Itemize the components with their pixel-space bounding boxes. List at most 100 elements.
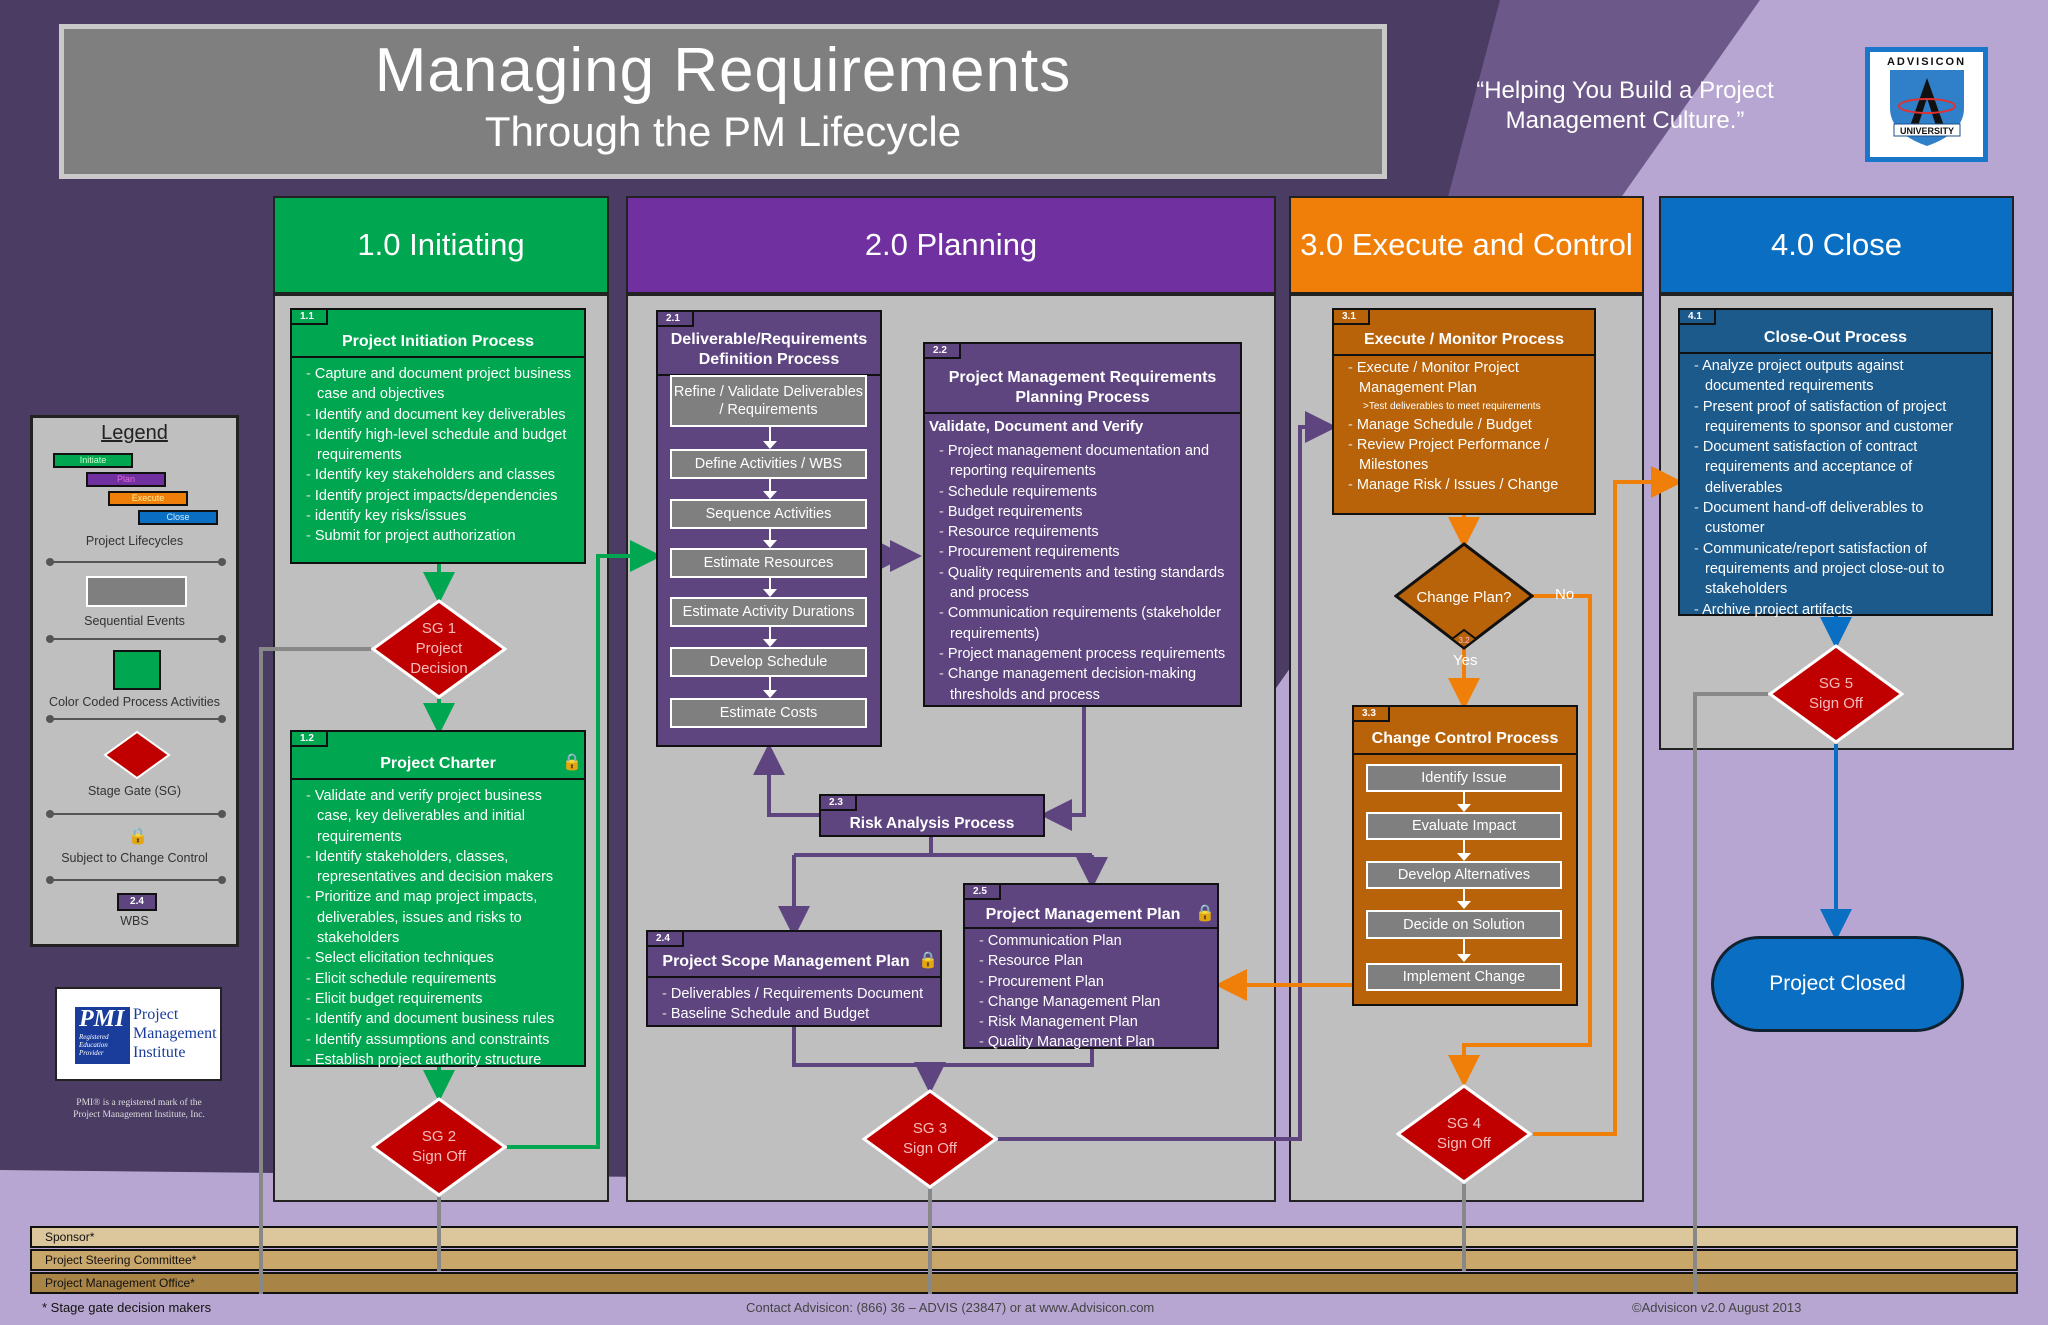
- list-item: Identify key stakeholders and classes: [306, 465, 578, 485]
- list-item: Risk Management Plan: [979, 1012, 1211, 1032]
- change-plan-decision: Change Plan? 3.2: [1394, 542, 1534, 650]
- gate-label: Sign Off: [1809, 695, 1863, 712]
- legend-sequential-swatch: [86, 576, 187, 607]
- process-title: Project Scope Management Plan: [648, 932, 940, 978]
- list-item: Submit for project authorization: [306, 526, 578, 546]
- list-item: Communication requirements (stakeholder …: [939, 603, 1234, 644]
- lock-icon: 🔒: [128, 828, 148, 845]
- legend-color-coded-label: Color Coded Process Activities: [49, 695, 220, 709]
- list-item: Quality Management Plan: [979, 1032, 1211, 1052]
- phase-planning-header: 2.0 Planning: [626, 196, 1276, 294]
- project-management-plan: 2.5 Project Management Plan 🔒 Communicat…: [963, 883, 1219, 1050]
- lane-steering-committee: Project Steering Committee*: [30, 1249, 2018, 1271]
- list-item: Review Project Performance / Milestones: [1348, 435, 1588, 476]
- legend-title: Legend: [101, 422, 168, 444]
- divider: [46, 715, 226, 723]
- divider: [46, 876, 226, 884]
- pmi-text: Project: [133, 1006, 179, 1023]
- project-scope-management-plan: 2.4 Project Scope Management Plan 🔒 Deli…: [646, 930, 942, 1027]
- list-item: Identify and document key deliverables: [306, 405, 578, 425]
- footer-contact: Contact Advisicon: (866) 36 – ADVIS (238…: [746, 1300, 1155, 1315]
- legend-lifecycles-label: Project Lifecycles: [85, 534, 184, 548]
- list-item: Procurement Plan: [979, 972, 1211, 992]
- list-item: Manage Risk / Issues / Change: [1348, 475, 1588, 495]
- process-title: Project Management Plan: [965, 885, 1217, 929]
- divider: [46, 635, 226, 643]
- pmi-text: Institute: [133, 1044, 186, 1061]
- process-title: Project Management Requirements Planning…: [925, 344, 1240, 414]
- step-implement-change: Implement Change: [1366, 963, 1562, 991]
- pmi-text: Management: [133, 1025, 217, 1042]
- gate-label: Sign Off: [412, 1148, 466, 1165]
- legend-sequential-label: Sequential Events: [84, 614, 185, 628]
- footer-note: * Stage gate decision makers: [42, 1300, 212, 1315]
- wbs-tag: 2.4: [648, 932, 684, 947]
- logo-text-top: ADVISICON: [1886, 56, 1967, 68]
- footer-copyright: ©Advisicon v2.0 August 2013: [1632, 1300, 1802, 1315]
- list-item: Elicit budget requirements: [306, 989, 578, 1009]
- legend-bar-close: Close: [138, 510, 218, 525]
- page-title: Managing Requirements: [374, 36, 1072, 105]
- wbs-tag: 2.1: [658, 312, 694, 327]
- legend-wbs-sample: 2.4: [117, 893, 157, 911]
- legend: Legend Initiate Plan Execute Close Proje…: [30, 415, 239, 947]
- lock-icon: 🔒: [562, 754, 582, 771]
- pm-requirements-planning-process: 2.2 Project Management Requirements Plan…: [923, 342, 1242, 707]
- legend-bar-execute: Execute: [108, 491, 188, 506]
- list-item: Select elicitation techniques: [306, 948, 578, 968]
- wbs-tag: 2.5: [965, 885, 1001, 900]
- step-identify-issue: Identify Issue: [1366, 764, 1562, 792]
- wbs-tag: 2.3: [821, 796, 857, 811]
- list-item: identify key risks/issues: [306, 506, 578, 526]
- lane-pmo: Project Management Office*: [30, 1272, 2018, 1294]
- wbs-tag: 3.1: [1334, 310, 1370, 325]
- list-item: Identify and document business rules: [306, 1009, 578, 1029]
- pmi-trademark-note: PMI® is a registered mark of the Project…: [73, 1098, 205, 1120]
- pmi-mark: PMI: [79, 1006, 125, 1032]
- project-closed-terminal: Project Closed: [1711, 936, 1964, 1032]
- wbs-tag: 1.2: [292, 732, 328, 747]
- list-item: Archive project artifacts: [1694, 600, 1985, 620]
- list-item: Communication Plan: [979, 931, 1211, 951]
- pmi-wordmark: Project Management Institute: [133, 1005, 217, 1062]
- list-item: Manage Schedule / Budget: [1348, 415, 1588, 435]
- list-item: Project management process requirements: [939, 644, 1234, 664]
- list-item: Analyze project outputs against document…: [1694, 356, 1985, 397]
- list-subitem: >Test deliverables to meet requirements: [1363, 400, 1541, 412]
- close-out-process: 4.1 Close-Out Process Analyze project ou…: [1678, 308, 1993, 618]
- list-item: Present proof of satisfaction of project…: [1694, 397, 1985, 438]
- wbs-tag: 1.1: [292, 310, 328, 325]
- project-initiation-process: 1.1 Project Initiation Process Capture a…: [290, 308, 586, 564]
- list-item: Change management decision-making thresh…: [939, 664, 1234, 705]
- wbs-tag: 3.2: [1458, 636, 1470, 645]
- legend-wbs-label: WBS: [120, 914, 149, 928]
- gate-label: Project: [415, 640, 463, 657]
- gate-label: Sign Off: [903, 1140, 957, 1157]
- item-list: Capture and document project business ca…: [292, 358, 584, 551]
- item-list: Analyze project outputs against document…: [1680, 354, 1991, 624]
- project-charter: 1.2 Project Charter 🔒 Validate and verif…: [290, 730, 586, 1068]
- list-item: Elicit schedule requirements: [306, 969, 578, 989]
- step-arrows: [763, 427, 777, 698]
- item-list: Communication PlanResource PlanProcureme…: [965, 929, 1217, 1057]
- legend-stage-gate-icon: [103, 730, 171, 780]
- list-item: Schedule requirements: [939, 482, 1234, 502]
- advisicon-university-logo: ADVISICON UNIVERSITY: [1865, 47, 1988, 162]
- list-item: Execute / Monitor Project Management Pla…: [1348, 358, 1588, 399]
- phase-close-header: 4.0 Close: [1659, 196, 2014, 294]
- lock-icon: 🔒: [918, 952, 938, 969]
- page-subtitle: Through the PM Lifecycle: [484, 108, 962, 155]
- process-title: Project Initiation Process: [292, 310, 584, 358]
- divider: [46, 558, 226, 566]
- process-subtitle: Validate, Document and Verify: [929, 418, 1144, 435]
- item-list: Validate and verify project business cas…: [292, 780, 584, 1074]
- list-item: Budget requirements: [939, 502, 1234, 522]
- list-item: Identify high-level schedule and budget …: [306, 425, 578, 466]
- list-item: Establish project authority structure: [306, 1050, 578, 1070]
- no-label: No: [1555, 586, 1575, 603]
- shield-icon: UNIVERSITY: [1889, 70, 1964, 146]
- list-item: Identify project impacts/dependencies: [306, 486, 578, 506]
- process-title: Close-Out Process: [1680, 310, 1991, 354]
- yes-label: Yes: [1453, 652, 1478, 669]
- legend-bar-plan: Plan: [86, 472, 166, 487]
